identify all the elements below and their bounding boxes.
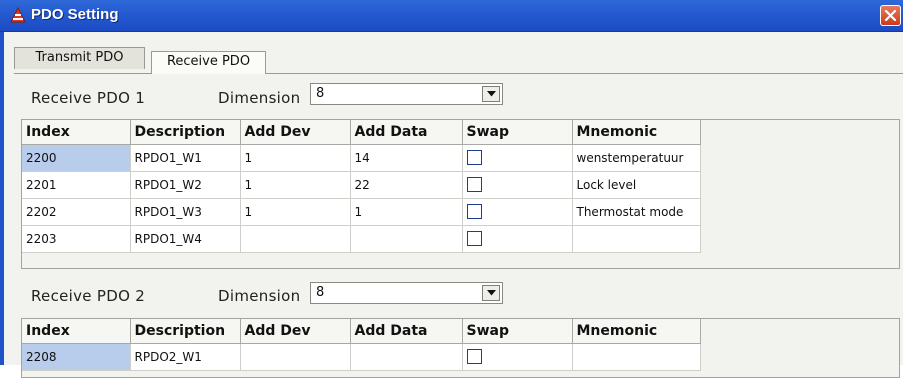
swap-cell — [462, 343, 573, 371]
add-dev-cell[interactable]: 1 — [240, 144, 351, 172]
warning-triangle-icon — [10, 7, 26, 23]
add-dev-cell[interactable]: 1 — [240, 198, 351, 226]
close-icon — [884, 9, 897, 22]
mnemonic-cell[interactable]: Thermostat mode — [572, 198, 701, 226]
column-header-add-dev[interactable]: Add Dev — [240, 120, 351, 145]
index-cell[interactable]: 2200 — [22, 144, 131, 172]
dimension-label-1: Dimension — [218, 89, 301, 107]
column-header-add-dev[interactable]: Add Dev — [240, 319, 351, 344]
chevron-down-icon — [487, 290, 496, 296]
index-cell[interactable]: 2203 — [22, 225, 131, 253]
table-row[interactable]: 2200 RPDO1_W1 1 14 wenstemperatuur — [22, 144, 701, 172]
add-data-cell[interactable] — [350, 225, 463, 253]
add-data-cell[interactable]: 22 — [350, 171, 463, 199]
swap-cell — [462, 198, 573, 226]
title-bar[interactable]: PDO Setting — [0, 0, 903, 32]
add-data-cell[interactable]: 1 — [350, 198, 463, 226]
add-dev-cell[interactable]: 1 — [240, 171, 351, 199]
tab-divider — [14, 73, 903, 74]
table-row[interactable]: 2208 RPDO2_W1 — [22, 343, 701, 371]
add-data-cell[interactable] — [350, 343, 463, 371]
swap-checkbox[interactable] — [466, 349, 482, 364]
tab-transmit-pdo[interactable]: Transmit PDO — [14, 47, 145, 69]
dialog-body: Transmit PDO Receive PDO Receive PDO 1 D… — [0, 32, 903, 378]
dropdown-button-1[interactable] — [482, 86, 500, 102]
index-cell[interactable]: 2201 — [22, 171, 131, 199]
mnemonic-cell[interactable] — [572, 343, 701, 371]
description-cell[interactable]: RPDO2_W1 — [130, 343, 241, 371]
pdo-table-2: Index Description Add Dev Add Data Swap … — [21, 318, 900, 378]
group-label-receive-pdo-2: Receive PDO 2 — [31, 287, 146, 305]
index-cell[interactable]: 2202 — [22, 198, 131, 226]
pdo-grid-2: Index Description Add Dev Add Data Swap … — [22, 319, 701, 371]
group-label-receive-pdo-1: Receive PDO 1 — [31, 89, 146, 107]
column-header-add-data[interactable]: Add Data — [350, 120, 463, 145]
column-header-add-data[interactable]: Add Data — [350, 319, 463, 344]
swap-checkbox[interactable] — [466, 231, 482, 246]
close-button[interactable] — [880, 5, 901, 26]
dimension-select-2[interactable]: 8 — [310, 282, 503, 304]
window-title: PDO Setting — [31, 6, 119, 23]
pdo-table-1: Index Description Add Dev Add Data Swap … — [21, 119, 900, 269]
pdo-grid-1: Index Description Add Dev Add Data Swap … — [22, 120, 701, 253]
description-cell[interactable]: RPDO1_W2 — [130, 171, 241, 199]
chevron-down-icon — [487, 91, 496, 97]
tab-receive-pdo[interactable]: Receive PDO — [151, 51, 266, 73]
dropdown-button-2[interactable] — [482, 285, 500, 301]
table-row[interactable]: 2201 RPDO1_W2 1 22 Lock level — [22, 171, 701, 199]
add-dev-cell[interactable] — [240, 225, 351, 253]
index-cell[interactable]: 2208 — [22, 343, 131, 371]
mnemonic-cell[interactable] — [572, 225, 701, 253]
table-header-row: Index Description Add Dev Add Data Swap … — [22, 120, 701, 145]
column-header-mnemonic[interactable]: Mnemonic — [572, 319, 701, 344]
column-header-description[interactable]: Description — [130, 319, 241, 344]
swap-cell — [462, 225, 573, 253]
column-header-mnemonic[interactable]: Mnemonic — [572, 120, 701, 145]
swap-cell — [462, 171, 573, 199]
dimension-select-1-value: 8 — [316, 86, 325, 101]
column-header-swap[interactable]: Swap — [462, 120, 573, 145]
description-cell[interactable]: RPDO1_W3 — [130, 198, 241, 226]
mnemonic-cell[interactable]: Lock level — [572, 171, 701, 199]
swap-cell — [462, 144, 573, 172]
active-tab-gap — [152, 73, 265, 74]
description-cell[interactable]: RPDO1_W4 — [130, 225, 241, 253]
dimension-select-1[interactable]: 8 — [310, 83, 503, 105]
add-dev-cell[interactable] — [240, 343, 351, 371]
column-header-index[interactable]: Index — [22, 319, 131, 344]
description-cell[interactable]: RPDO1_W1 — [130, 144, 241, 172]
table-header-row: Index Description Add Dev Add Data Swap … — [22, 319, 701, 344]
column-header-index[interactable]: Index — [22, 120, 131, 145]
swap-checkbox[interactable] — [466, 177, 482, 192]
swap-checkbox[interactable] — [466, 150, 482, 165]
column-header-description[interactable]: Description — [130, 120, 241, 145]
table-row[interactable]: 2202 RPDO1_W3 1 1 Thermostat mode — [22, 198, 701, 226]
swap-checkbox[interactable] — [466, 204, 482, 219]
table-row[interactable]: 2203 RPDO1_W4 — [22, 225, 701, 253]
mnemonic-cell[interactable]: wenstemperatuur — [572, 144, 701, 172]
column-header-swap[interactable]: Swap — [462, 319, 573, 344]
add-data-cell[interactable]: 14 — [350, 144, 463, 172]
dimension-select-2-value: 8 — [316, 285, 325, 300]
dimension-label-2: Dimension — [218, 287, 301, 305]
